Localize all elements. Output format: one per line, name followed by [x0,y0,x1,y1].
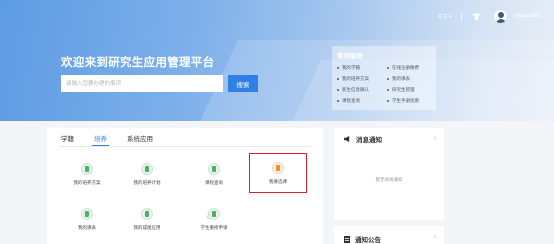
app-tabs: 学籍 培养 系统应用 [61,133,173,146]
service-link[interactable]: 我的学籍 [337,63,387,73]
document-icon [141,163,153,175]
service-link[interactable]: 课程查询 [337,96,387,106]
common-services-panel: 常用服务 我的学籍 在线注册缴费 我的培养方案 我的课表 新生信息确认 研究生管… [332,46,436,110]
document-icon [81,163,93,175]
tile-label: 学生重修申请 [200,225,228,230]
tile-course-query[interactable]: 课程查询 [189,160,239,192]
grades-icon [141,208,153,220]
search-doc-icon [208,163,220,175]
tile-training-scheme[interactable]: 我的培养方案 [62,160,112,192]
top-bar: 中文 ▾ rijfuguan001 [438,8,554,24]
notices-card: 消息通知 › 暂无待阅通知 [334,128,444,220]
divider [461,11,463,21]
tab-student-status[interactable]: 学籍 [61,133,74,145]
tile-my-grades[interactable]: 我的成绩应用 [122,205,172,237]
tile-label: 课程查询 [205,180,223,185]
tab-training[interactable]: 培养 [92,133,109,146]
tile-label: 我的培养计划 [133,180,161,185]
chevron-right-icon[interactable]: › [433,232,436,241]
tile-course-selection[interactable]: 我要选课 [253,159,303,191]
service-link[interactable]: 我的培养方案 [337,74,387,84]
chevron-right-icon[interactable]: › [433,133,436,142]
language-switch[interactable]: 中文 ▾ [438,13,452,20]
tile-label: 我的课表 [78,225,96,230]
tab-divider [59,146,311,147]
service-link[interactable]: 新生信息确认 [337,85,387,95]
tile-training-plan[interactable]: 我的培养计划 [122,160,172,192]
chevron-left-icon[interactable]: ‹ [206,210,213,222]
tile-my-timetable[interactable]: 我的课表 [62,205,112,237]
tile-retake-application[interactable]: 学生重修申请 [189,205,239,237]
calendar-icon [81,208,93,220]
notices-empty-text: 暂无待阅通知 [375,177,403,182]
service-link[interactable]: 我的课表 [387,74,437,84]
document-icon [344,235,350,243]
megaphone-icon [344,136,350,142]
tile-label: 我的培养方案 [73,180,101,185]
notices-title-text: 消息通知 [356,137,382,144]
service-link[interactable]: 学生手册指南 [387,96,437,106]
search-button[interactable]: 搜索 [228,75,258,92]
announcements-title-text: 通知公告 [355,237,381,244]
notices-title[interactable]: 消息通知 [344,134,382,144]
page-title: 欢迎来到研究生应用管理平台 [61,57,215,69]
tile-label: 我的成绩应用 [133,225,161,230]
course-select-icon [272,162,284,174]
announcements-title[interactable]: 通知公告 [344,234,381,244]
service-link[interactable]: 在线注册缴费 [387,63,437,73]
tile-label: 我要选课 [269,179,287,184]
username[interactable]: rijfuguan001 [514,13,542,19]
search-input[interactable] [61,75,223,92]
tab-system-apps[interactable]: 系统应用 [127,133,153,145]
service-link[interactable]: 研究生管理 [387,85,437,95]
shirt-icon[interactable] [472,12,481,21]
common-services-title: 常用服务 [337,53,363,60]
header-banner: 中文 ▾ rijfuguan001 欢迎来到研究生应用管理平台 搜索 常用服务 … [0,0,554,121]
announcements-card: 通知公告 › [334,226,444,244]
language-label: 中文 [437,13,448,20]
avatar[interactable] [493,8,509,24]
